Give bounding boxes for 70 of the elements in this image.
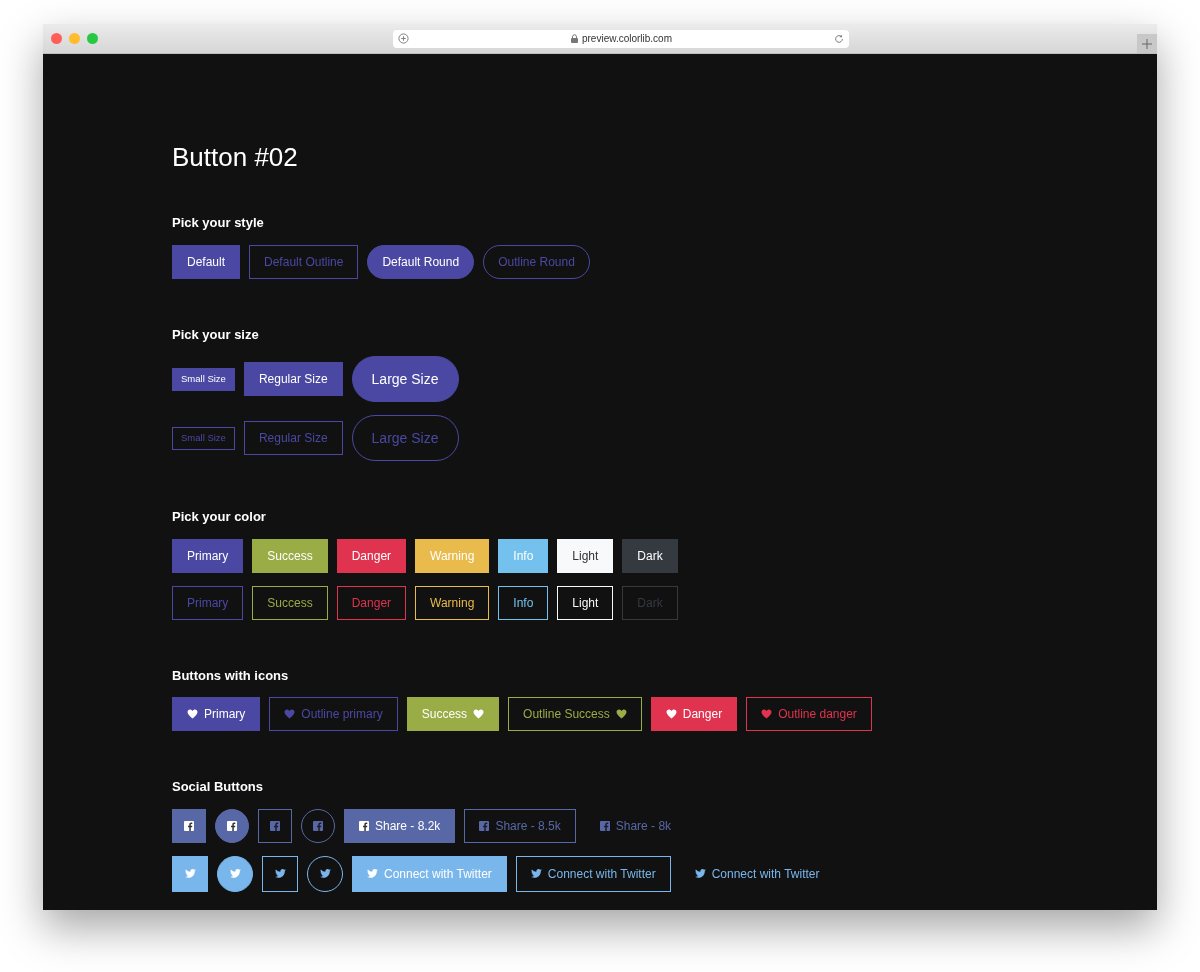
close-window-dot[interactable] — [51, 33, 62, 44]
minimize-window-dot[interactable] — [69, 33, 80, 44]
f-logo-icon — [227, 820, 237, 831]
bird-icon — [184, 869, 196, 879]
button[interactable]: Primary — [172, 585, 244, 620]
section-title: Pick your color — [172, 508, 267, 527]
link-button[interactable]: Connect with Twitter — [679, 855, 835, 892]
button[interactable]: Outline danger — [746, 697, 872, 732]
button[interactable]: Primary — [172, 538, 244, 573]
heart-icon — [761, 709, 773, 720]
heart-icon — [187, 709, 198, 720]
heart-icon — [665, 709, 677, 720]
button[interactable]: Large Size — [351, 356, 459, 403]
button[interactable]: Info — [498, 585, 549, 620]
button[interactable]: Success — [252, 585, 328, 620]
button[interactable]: Danger — [336, 538, 407, 573]
icon-button[interactable] — [215, 808, 249, 843]
bird-icon — [274, 869, 286, 879]
button[interactable]: Outline primary — [269, 697, 398, 732]
f-logo-icon — [270, 820, 280, 831]
button[interactable]: Default Round — [367, 244, 475, 279]
heart-icon — [615, 709, 627, 720]
heart-icon — [473, 709, 485, 720]
url-text: preview.colorlib.com — [581, 32, 672, 46]
button[interactable]: Default — [172, 244, 241, 279]
button[interactable]: Dark — [622, 538, 678, 573]
button[interactable]: Success — [406, 697, 500, 732]
maximize-window-dot[interactable] — [87, 33, 98, 44]
button[interactable]: Warning — [415, 585, 490, 620]
link-button[interactable]: Share - 8k — [584, 808, 687, 843]
bird-icon — [319, 869, 331, 879]
add-icon[interactable] — [398, 33, 409, 44]
bird-icon — [229, 869, 241, 879]
section-title: Pick your style — [172, 214, 265, 233]
f-logo-icon — [359, 820, 369, 831]
bird-icon — [530, 869, 542, 879]
page-heading: Button #02 — [172, 142, 299, 174]
button[interactable]: Success — [252, 538, 328, 573]
f-logo-icon — [313, 820, 323, 831]
f-logo-icon — [184, 820, 194, 831]
button[interactable]: Small Size — [172, 367, 235, 391]
button[interactable]: Default Outline — [249, 244, 359, 279]
section-title: Pick your size — [172, 325, 260, 344]
button[interactable]: Share - 8.5k — [464, 808, 576, 843]
button[interactable]: Light — [557, 585, 614, 620]
button[interactable]: Danger — [650, 697, 738, 732]
section-title: Social Buttons — [172, 778, 264, 797]
button[interactable]: Light — [557, 538, 614, 573]
section-title: Buttons with icons — [172, 666, 290, 685]
button[interactable]: Danger — [336, 585, 407, 620]
button[interactable]: Connect with Twitter — [515, 855, 671, 892]
button[interactable]: Share - 8.2k — [344, 808, 456, 843]
button[interactable]: Regular Size — [243, 362, 343, 397]
icon-button[interactable] — [172, 808, 206, 843]
bird-icon — [367, 869, 378, 879]
icon-button[interactable] — [262, 855, 298, 892]
bird-icon — [694, 869, 706, 879]
button[interactable]: Outline Success — [508, 697, 642, 732]
button[interactable]: Small Size — [172, 426, 235, 450]
address-bar[interactable]: preview.colorlib.com — [393, 29, 849, 48]
f-logo-icon — [479, 820, 490, 831]
plus-icon — [1142, 38, 1152, 49]
lock-icon — [570, 34, 578, 43]
button[interactable]: Regular Size — [243, 421, 343, 456]
icon-button[interactable] — [172, 855, 208, 892]
button[interactable]: Primary — [172, 697, 261, 732]
heart-icon — [284, 709, 296, 720]
reload-icon[interactable] — [834, 33, 844, 44]
icon-button[interactable] — [217, 855, 253, 892]
f-logo-icon — [599, 820, 610, 831]
